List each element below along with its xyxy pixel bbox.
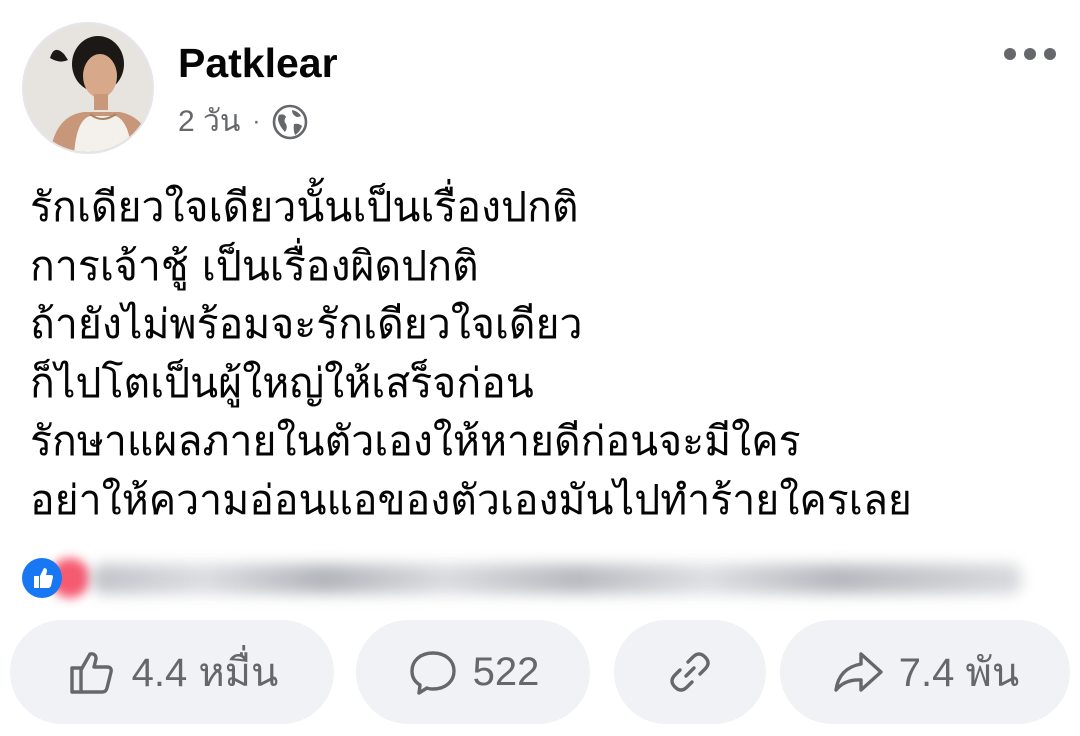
post-body-line: ถ้ายังไม่พร้อมจะรักเดียวใจเดียว xyxy=(30,300,583,348)
like-reaction-icon xyxy=(22,558,62,598)
comment-button[interactable]: 522 xyxy=(356,620,590,724)
comment-count: 522 xyxy=(472,649,540,694)
post-meta: 2 วัน · xyxy=(178,98,308,145)
like-button[interactable]: 4.4 หมื่น xyxy=(10,620,334,724)
avatar[interactable] xyxy=(22,22,154,154)
thumbs-up-icon xyxy=(69,652,113,694)
copy-link-button[interactable] xyxy=(614,620,766,724)
author-name[interactable]: Patklear xyxy=(178,40,338,87)
meta-separator: · xyxy=(252,107,261,135)
post-body-line: ก็ไปโตเป็นผู้ใหญ่ให้เสร็จก่อน xyxy=(30,358,534,407)
post-body-line: รักเดียวใจเดียวนั้นเป็นเรื่องปกติ xyxy=(30,183,579,231)
post-time[interactable]: 2 วัน xyxy=(178,98,240,145)
share-count: 7.4 พัน xyxy=(898,651,1020,695)
post-body-line: อย่าให้ความอ่อนแอของตัวเองมันไปทำร้ายใคร… xyxy=(30,475,912,524)
reactions-blurred-text xyxy=(92,564,1022,594)
globe-icon xyxy=(272,104,308,140)
reactions-summary[interactable] xyxy=(22,550,1032,606)
facebook-post: Patklear 2 วัน · รักเดียวใจเดียวนั้นเป็น… xyxy=(0,0,1080,736)
comment-bubble-icon xyxy=(409,651,456,695)
share-arrow-icon xyxy=(834,652,883,692)
link-icon xyxy=(670,652,710,692)
post-body-line: การเจ้าชู้ เป็นเรื่องผิดปกติ xyxy=(30,241,479,290)
like-count: 4.4 หมื่น xyxy=(131,651,279,695)
post-body: รักเดียวใจเดียวนั้นเป็นเรื่องปกติ การเจ้… xyxy=(30,178,912,529)
more-horizontal-icon xyxy=(1004,48,1016,60)
action-bar: 4.4 หมื่น 522 7.4 พัน xyxy=(0,620,1080,724)
share-button[interactable]: 7.4 พัน xyxy=(780,620,1070,724)
avatar-image xyxy=(24,24,152,152)
more-options-button[interactable] xyxy=(1004,48,1056,60)
post-body-line: รักษาแผลภายในตัวเองให้หายดีก่อนจะมีใคร xyxy=(30,417,801,465)
